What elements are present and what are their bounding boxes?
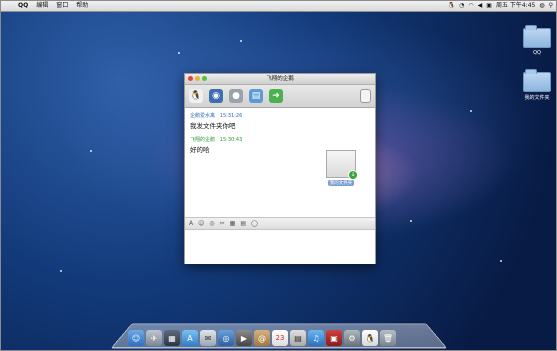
screenshot-icon[interactable]: ✂ — [220, 220, 225, 227]
folder-file-icon: ↓ — [326, 150, 358, 180]
photo-booth-icon[interactable]: ▣ — [326, 330, 342, 346]
wifi-icon[interactable]: ◠ — [468, 0, 473, 12]
preview-icon[interactable]: ▤ — [290, 330, 306, 346]
folder-icon — [523, 25, 551, 48]
message-input[interactable] — [185, 230, 375, 264]
download-badge-icon: ↓ — [348, 170, 358, 180]
invite-icon[interactable]: ➜ — [269, 89, 283, 103]
message-time: 15:31:26 — [219, 113, 243, 119]
app-store-icon[interactable]: A — [182, 330, 198, 346]
input-method-icon[interactable]: ▣ — [486, 0, 492, 12]
window-controls — [188, 76, 207, 81]
desktop-icon-qq[interactable]: QQ — [517, 25, 557, 56]
file-label: 我的文件夹 — [327, 180, 355, 186]
image-icon[interactable]: ▦ — [230, 220, 236, 227]
menu-bar: QQ 编辑 窗口 帮助 🐧 ◔ ◠ ◀ ▣ 周五 下午4:45 ◍ ⚲ — [0, 0, 557, 12]
chat-toolbar: 🐧 ◉ ● ▤ ➜ — [185, 85, 375, 108]
chat-history-icon[interactable]: ▤ — [240, 220, 246, 227]
system-preferences-icon[interactable]: ⚙ — [344, 330, 360, 346]
safari-icon[interactable]: ◎ — [218, 330, 234, 346]
folder-icon — [523, 69, 551, 92]
facetime-icon[interactable]: ▶ — [236, 330, 252, 346]
qq-status-icon[interactable]: 🐧 — [448, 0, 455, 12]
qq-chat-window: 飞翔的企鹅 🐧 ◉ ● ▤ ➜ 企鹅爱水禽 15:31:26 我发文件夹你吧 飞… — [184, 73, 376, 264]
menu-app-name[interactable]: QQ — [14, 0, 32, 12]
input-toolbar: A ☺ ◎ ✂ ▦ ▤ ◯ — [185, 217, 375, 230]
trash-icon[interactable]: 🗑 — [380, 330, 396, 346]
address-book-icon[interactable]: @ — [254, 330, 270, 346]
message-time: 15:30:43 — [219, 137, 243, 143]
sidebar-toggle-icon[interactable] — [360, 89, 371, 103]
microphone-icon[interactable]: ● — [229, 89, 243, 103]
video-call-icon[interactable]: ◉ — [209, 89, 223, 103]
menu-edit[interactable]: 编辑 — [32, 0, 52, 12]
emoji-icon[interactable]: ☺ — [198, 220, 204, 227]
menu-help[interactable]: 帮助 — [72, 0, 92, 12]
chat-history: 企鹅爱水禽 15:31:26 我发文件夹你吧 飞翔的企鹅 15:30:43 好的… — [185, 108, 375, 217]
menu-extras: 🐧 ◔ ◠ ◀ ▣ 周五 下午4:45 ◍ ⚲ — [448, 0, 557, 12]
timemachine-icon[interactable]: ◔ — [459, 0, 464, 12]
message-header: 飞翔的企鹅 15:30:43 — [190, 136, 370, 143]
user-icon[interactable]: ◍ — [539, 0, 544, 12]
desktop-icon-label: QQ — [533, 50, 541, 56]
shake-icon[interactable]: ◎ — [209, 220, 214, 227]
more-icon[interactable]: ◯ — [251, 220, 258, 227]
launchpad-icon[interactable]: ✈ — [146, 330, 162, 346]
menu-window[interactable]: 窗口 — [52, 0, 72, 12]
itunes-icon[interactable]: ♫ — [308, 330, 324, 346]
mission-control-icon[interactable]: ▦ — [164, 330, 180, 346]
zoom-button[interactable] — [202, 76, 207, 81]
desktop-icon-label: 我的文件夹 — [524, 95, 550, 101]
volume-icon[interactable]: ◀ — [478, 0, 483, 12]
close-button[interactable] — [188, 76, 193, 81]
window-titlebar[interactable]: 飞翔的企鹅 — [185, 74, 375, 85]
minimize-button[interactable] — [195, 76, 200, 81]
mail-icon[interactable]: ✉ — [200, 330, 216, 346]
spotlight-search-icon[interactable]: ⚲ — [549, 0, 553, 12]
message-sender: 企鹅爱水禽 — [190, 113, 216, 119]
file-transfer-item[interactable]: ↓ 我的文件夹 — [324, 150, 358, 186]
finder-icon[interactable]: ☺ — [128, 330, 144, 346]
window-title: 飞翔的企鹅 — [266, 76, 294, 82]
clock[interactable]: 周五 下午4:45 — [496, 0, 535, 12]
calendar-icon[interactable]: 23 — [272, 330, 288, 346]
font-icon[interactable]: A — [189, 220, 193, 227]
message-header: 企鹅爱水禽 15:31:26 — [190, 112, 370, 119]
contact-avatar[interactable]: 🐧 — [189, 89, 203, 103]
send-file-folder-icon[interactable]: ▤ — [249, 89, 263, 103]
message-text: 我发文件夹你吧 — [190, 122, 236, 130]
message-sender: 飞翔的企鹅 — [190, 137, 216, 143]
dock: ☺ ✈ ▦ A ✉ ◎ ▶ @ 23 ▤ ♫ ▣ ⚙ 🐧 🗑 — [128, 324, 428, 346]
qq-dock-icon[interactable]: 🐧 — [362, 330, 378, 346]
desktop-icon-my-folder[interactable]: 我的文件夹 — [517, 69, 557, 101]
